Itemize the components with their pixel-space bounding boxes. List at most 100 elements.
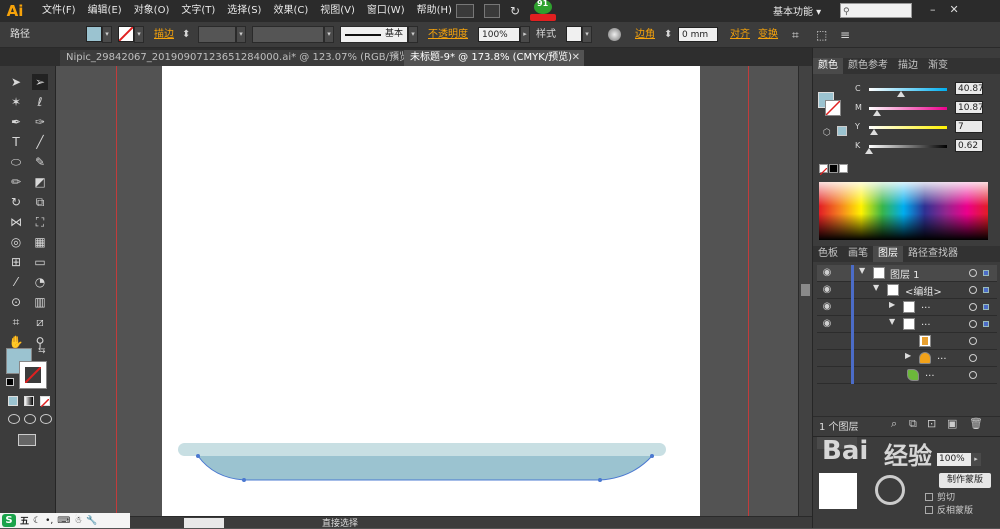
menu-select[interactable]: 选择(S) [221,0,267,22]
expand-triangle-icon[interactable]: ▼ [873,283,879,292]
width-tool-icon[interactable]: ⋈ [8,214,24,230]
color-stroke-box[interactable] [825,100,841,116]
new-layer-icon[interactable]: ▣ [947,417,957,430]
target-circle-icon[interactable] [969,303,977,311]
selection-tool-icon[interactable]: ➤ [8,74,24,90]
layer-row[interactable]: ◉ ▼ ... [817,316,997,333]
transform-link[interactable]: 变换 [758,27,778,43]
slider-knob-k[interactable] [865,148,874,154]
layer-row[interactable]: ▶ ... [817,350,997,367]
stroke-weight-field[interactable] [198,26,236,43]
color-mode-icon[interactable] [8,396,18,406]
symbol-sprayer-tool-icon[interactable]: ⊙ [8,294,24,310]
transparency-opacity-arrow[interactable]: ▸ [971,453,981,466]
slider-track-y[interactable] [869,126,947,129]
artboard-tool-icon[interactable]: ⌗ [8,314,24,330]
align-link[interactable]: 对齐 [730,27,750,43]
layer-row[interactable]: ◉ ▼ 图层 1 [817,265,997,282]
graphic-style-swatch[interactable] [566,26,582,42]
slider-knob-m[interactable] [873,110,882,116]
layer-row[interactable]: ... [817,367,997,384]
panel-menu-icon[interactable]: ≡ [840,27,850,43]
keyboard-icon[interactable]: ⌨ [57,516,70,526]
brush-definition-dropdown[interactable]: 基本 [340,26,408,43]
bridge-icon[interactable] [456,4,474,18]
pen-tool-icon[interactable]: ✒ [8,114,24,130]
tab-swatches[interactable]: 色板 [813,246,843,262]
locate-object-icon[interactable]: ⌕ [891,417,897,431]
scrollbar-thumb[interactable] [801,284,810,296]
target-circle-icon[interactable] [969,269,977,277]
opacity-label[interactable]: 不透明度 [428,27,468,43]
slider-value-y[interactable]: 7 [955,120,983,133]
corner-label[interactable]: 边角 [635,27,655,43]
selection-indicator[interactable] [983,321,989,327]
target-circle-icon[interactable] [969,320,977,328]
default-colors-icon[interactable] [6,378,14,386]
direct-selection-tool-icon[interactable]: ➢ [32,74,48,90]
stroke-weight-stepper[interactable]: ⬍ [182,27,190,43]
free-transform-tool-icon[interactable]: ⛶ [32,214,48,230]
out-of-gamut-icon[interactable]: ⬡ [823,128,831,138]
stroke-dropdown[interactable]: ▾ [134,26,144,43]
sync-icon[interactable]: ↻ [510,4,528,18]
brush-dropdown-arrow[interactable]: ▾ [408,26,418,43]
opacity-field[interactable]: 100% [478,27,520,42]
workspace-switcher[interactable]: 基本功能 ▾ [773,3,821,18]
shape-builder-tool-icon[interactable]: ◎ [8,234,24,250]
draw-inside-icon[interactable] [40,414,52,424]
stroke-weight-dropdown[interactable]: ▾ [236,26,246,43]
slider-knob-c[interactable] [896,91,905,97]
menu-help[interactable]: 帮助(H) [411,0,458,22]
close-tab-icon[interactable]: ✕ [392,50,400,66]
white-swatch[interactable] [839,164,848,173]
eraser-tool-icon[interactable]: ◩ [32,174,48,190]
ellipse-tool-icon[interactable]: ⬭ [8,154,24,170]
eye-icon[interactable]: ◉ [819,316,835,332]
magic-wand-tool-icon[interactable]: ✶ [8,94,24,110]
layer-name[interactable]: 图层 1 [890,266,920,281]
curvature-tool-icon[interactable]: ✑ [32,114,48,130]
canvas-area[interactable] [56,66,798,516]
select-similar-icon[interactable]: ⬚ [816,27,827,43]
layer-name[interactable]: ... [925,368,935,379]
slider-track-k[interactable] [869,145,947,148]
moon-icon[interactable]: ☾ [33,516,41,526]
slice-tool-icon[interactable]: ⧄ [32,314,48,330]
collapse-triangle-icon[interactable]: ▶ [889,300,895,309]
minimize-icon[interactable]: – [930,0,936,20]
swap-fill-stroke-icon[interactable]: ⇆ [38,346,46,356]
none-mode-icon[interactable] [40,396,50,408]
tab-color[interactable]: 颜色 [813,58,843,74]
menu-window[interactable]: 窗口(W) [361,0,411,22]
variable-width-dropdown[interactable] [252,26,324,43]
artwork[interactable] [162,66,700,516]
mesh-tool-icon[interactable]: ⊞ [8,254,24,270]
expand-triangle-icon[interactable]: ▼ [889,317,895,326]
tab-gradient[interactable]: 渐变 [923,58,953,74]
arrange-documents-icon[interactable] [484,4,500,18]
eye-icon[interactable]: ◉ [819,282,835,298]
expand-triangle-icon[interactable]: ▼ [859,266,865,275]
pencil-tool-icon[interactable]: ✏ [8,174,24,190]
selection-indicator[interactable] [983,270,989,276]
isolate-icon[interactable]: ⌗ [792,27,799,43]
layer-row[interactable] [817,333,997,350]
ime-mode-label[interactable]: 五 [20,514,29,527]
corner-field[interactable]: 0 mm [678,27,718,42]
blend-tool-icon[interactable]: ◔ [32,274,48,290]
layer-row[interactable]: ◉ ▶ ... [817,299,997,316]
fill-dropdown[interactable]: ▾ [102,26,112,43]
menu-edit[interactable]: 编辑(E) [82,0,128,22]
help-search-input[interactable]: ⚲ [840,3,912,18]
slider-value-m[interactable]: 10.87 [955,101,984,114]
tab-document-2[interactable]: 未标题-9* @ 173.8% (CMYK/预览) ✕ [404,50,584,66]
target-circle-icon[interactable] [969,354,977,362]
layer-name[interactable]: ... [921,300,931,311]
lasso-tool-icon[interactable]: ℓ [32,94,48,110]
draw-normal-icon[interactable] [8,414,20,424]
menu-view[interactable]: 视图(V) [314,0,361,22]
none-color-swatch[interactable] [819,164,828,176]
graphic-style-dropdown[interactable]: ▾ [582,26,592,43]
selection-indicator[interactable] [983,287,989,293]
